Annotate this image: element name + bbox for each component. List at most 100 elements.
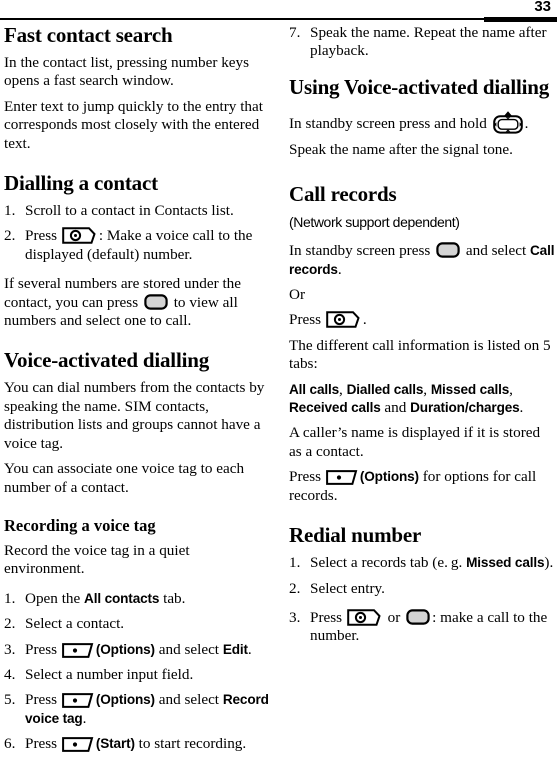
heading-voice-activated-dialling: Voice-activated dialling [4,348,209,373]
list-text-a: Select entry. [310,579,385,597]
soft-key-icon [61,642,95,658]
heading-recording-a-voice-tag: Recording a voice tag [4,515,156,535]
soft-key-icon [61,737,95,753]
list-text-a: Press [25,640,61,658]
paragraph-voice-dialling-1: You can dial numbers from the contacts b… [4,379,265,452]
soft-key-icon [325,470,359,486]
tab-sep-2: , [423,380,431,398]
list-number: 6. [4,735,16,753]
heading-call-records: Call records [289,182,397,207]
left-column: Fast contact search In the contact list,… [4,24,270,754]
nav-key-up-icon [492,110,524,134]
softkey-label-start: (Start) [95,736,135,752]
right-column: 7. Speak the name. Repeat the name after… [289,24,555,646]
page-content: Fast contact search In the contact list,… [0,24,557,758]
paragraph-standby-select-a: In standby screen press [289,242,435,260]
select-key-icon [436,242,460,258]
tab-end: . [519,399,524,417]
softkey-label-options: (Options) [359,469,419,485]
list-text-b: and select [154,691,223,709]
list-number: 1. [4,589,16,607]
paragraph-standby-select-b: and select [462,242,530,260]
softkey-label-options: (Options) [95,641,155,657]
list-number: 2. [289,579,301,597]
tab-sep-3: , [509,380,513,398]
list-item: 1. Open the All contacts tab. [4,590,270,608]
list-number: 2. [4,615,16,633]
page-number: 33 [534,0,551,15]
list-text-a: Select a number input field. [25,665,194,683]
paragraph-press-call-key-b: . [362,311,367,329]
softkey-label-options: (Options) [95,692,155,708]
list-number: 3. [4,640,16,658]
list-item: 4. Select a number input field. [4,666,270,684]
note-network-support: (Network support dependent) [289,214,460,231]
list-redial-steps: 1. Select a records tab (e. g. Missed cal… [289,554,555,646]
paragraph-five-tabs: The different call information is listed… [289,336,551,373]
paragraph-press-call-key-a: Press [289,311,325,329]
list-item: 1. Scroll to a contact in Contacts list. [4,202,270,220]
tab-name-duration-charges: Duration/charges [410,400,520,416]
paragraph-press-call-key: Press . [289,311,555,329]
paragraph-standby-select: In standby screen press and select Call … [289,242,555,279]
call-key-icon [347,609,383,626]
select-key-icon [144,293,168,310]
list-text-c: . [82,709,87,727]
ui-string-all-contacts: All contacts [84,590,160,606]
list-item: 2. Select a contact. [4,615,270,633]
list-text-b: to start recording. [134,735,247,753]
ui-string-missed-calls: Missed calls [466,555,545,571]
list-dialling-a-contact: 1. Scroll to a contact in Contacts list.… [4,202,270,264]
list-text-a: Open the [25,589,85,607]
list-text-mid: or [383,608,405,626]
list-number: 7. [289,24,301,41]
list-text: Speak the name. Repeat the name after pl… [310,24,547,60]
heading-fast-contact-search: Fast contact search [4,23,173,47]
list-number: 3. [289,608,301,626]
paragraph-several-numbers: If several numbers are stored under the … [4,275,270,330]
list-item: 1. Select a records tab (e. g. Missed cal… [289,554,555,572]
list-text: Scroll to a contact in Contacts list. [25,202,234,220]
list-text-b: tab. [159,589,186,607]
list-item: 6. Press (Start) to start recording. [4,735,270,753]
heading-dialling-a-contact: Dialling a contact [4,171,158,196]
list-item: 3. Press or : make a call to the number. [289,609,555,646]
list-text-pre: Press [25,227,61,245]
list-text-a: Select a contact. [25,615,125,633]
list-text-a: Press [25,735,61,753]
heading-using-voice-activated-dialling: Using Voice-activated dialling [289,74,550,99]
paragraph-voice-dialling-2: You can associate one voice tag to each … [4,460,245,496]
paragraph-press-options-a: Press [289,468,325,486]
call-key-icon [62,227,98,245]
list-number: 1. [289,554,301,572]
list-number: 5. [4,691,16,709]
paragraph-fast-search-2: Enter text to jump quickly to the entry … [4,97,263,152]
heading-redial-number: Redial number [289,523,422,548]
list-recording-steps: 1. Open the All contacts tab. 2. Select a … [4,590,270,754]
list-number: 4. [4,665,16,683]
call-key-icon [326,311,362,329]
paragraph-standby-hold: In standby screen press and hold . [289,110,555,134]
list-text-c: . [247,640,252,658]
paragraph-standby-hold-b: . [524,114,529,132]
tab-name-missed-calls: Missed calls [430,381,510,397]
paragraph-press-options: Press (Options) for options for call rec… [289,468,555,505]
tab-joiner: and [380,399,411,417]
list-text-a: Press [25,691,61,709]
list-item: 5. Press (Options) and select Record voic… [4,691,270,728]
list-text-a: Select a records tab (e. g. [310,554,467,572]
paragraph-standby-hold-a: In standby screen press and hold [289,114,491,132]
tab-name-received-calls: Received calls [289,400,381,416]
list-item: 2. Press : Make a voice call to the disp… [4,227,270,264]
list-item: 2. Select entry. [289,580,555,598]
list-text-b: ). [544,554,554,572]
list-text-a: Press [310,608,346,626]
paragraph-tab-names: All calls, Dialled calls, Missed calls, … [289,381,555,418]
select-key-icon [406,609,430,625]
header-rule-thick [484,17,557,22]
list-text-b: and select [154,640,223,658]
paragraph-caller-name: A caller’s name is displayed if it is st… [289,424,541,460]
ui-string-edit: Edit [222,641,248,657]
header-rule-thin [0,18,557,20]
list-number: 1. [4,202,16,220]
